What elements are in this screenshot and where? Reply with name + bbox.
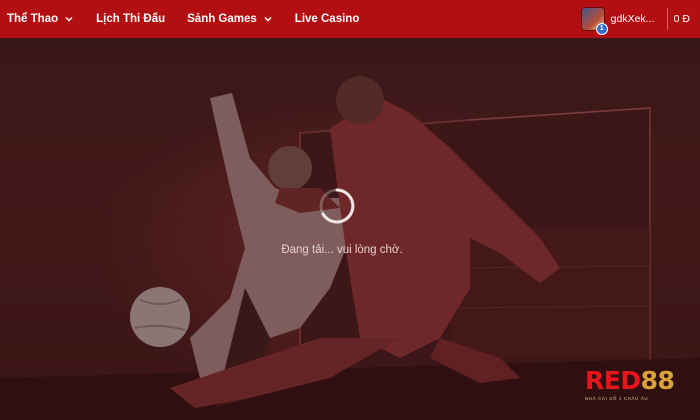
loading-spinner-icon bbox=[319, 188, 355, 224]
nav-item-sanh-games[interactable]: Sảnh Games bbox=[176, 0, 284, 38]
nav-item-label: Live Casino bbox=[294, 13, 360, 25]
logo-tagline: NHÀ CÁI SỐ 1 CHÂU ÂU bbox=[585, 396, 649, 401]
logo-wordmark: RED88 bbox=[585, 368, 690, 394]
nav-item-label: Sảnh Games bbox=[187, 13, 257, 25]
nav-item-label: Lịch Thi Đấu bbox=[96, 13, 166, 25]
username[interactable]: gdkXek... bbox=[611, 13, 661, 25]
logo-part-red: RED bbox=[585, 366, 641, 395]
balance[interactable]: 0 Đ bbox=[674, 13, 700, 25]
user-panel: 1 gdkXek... 0 Đ bbox=[580, 0, 700, 38]
nav-item-lich-thi-dau[interactable]: Lịch Thi Đấu bbox=[85, 0, 176, 38]
loading-message: Đang tải... vui lòng chờ. bbox=[281, 244, 403, 256]
logo-part-88: 88 bbox=[640, 366, 675, 395]
dim-overlay bbox=[0, 38, 700, 420]
avatar[interactable]: 1 bbox=[580, 7, 608, 35]
chevron-down-icon bbox=[264, 17, 272, 22]
level-badge: 1 bbox=[595, 23, 608, 35]
divider bbox=[666, 8, 668, 30]
red88-logo: RED88 NHÀ CÁI SỐ 1 CHÂU ÂU bbox=[585, 368, 690, 402]
loading-stage: Đang tải... vui lòng chờ. RED88 NHÀ CÁI … bbox=[0, 38, 700, 420]
nav-item-label: Thể Thao bbox=[7, 13, 59, 25]
chevron-down-icon bbox=[65, 17, 73, 22]
top-navbar: Thể Thao Lịch Thi Đấu Sảnh Games Live Ca… bbox=[0, 0, 700, 38]
nav-item-the-thao[interactable]: Thể Thao bbox=[0, 0, 85, 38]
nav-item-live-casino[interactable]: Live Casino bbox=[284, 0, 371, 38]
